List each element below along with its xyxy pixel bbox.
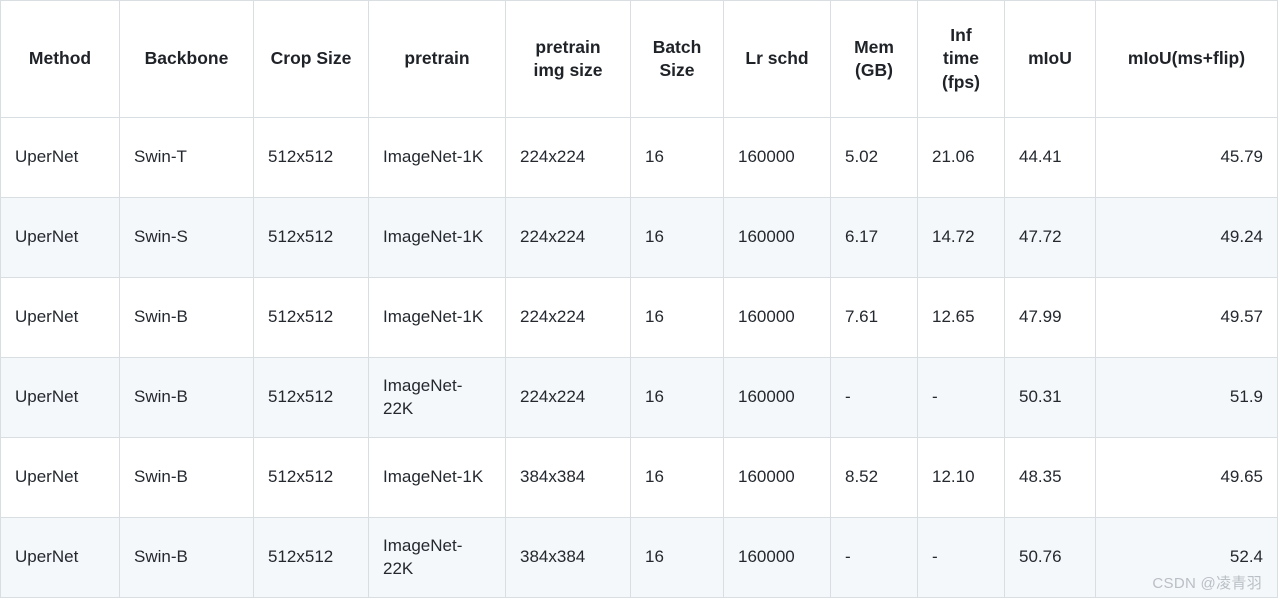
cell-lr_schd: 160000 — [723, 197, 831, 278]
cell-crop_size: 512x512 — [253, 517, 369, 598]
cell-crop_size: 512x512 — [253, 197, 369, 278]
cell-backbone: Swin-S — [119, 197, 254, 278]
cell-pretrain: ImageNet-1K — [368, 197, 506, 278]
cell-batch_size: 16 — [630, 117, 724, 198]
cell-backbone: Swin-B — [119, 357, 254, 438]
column-header-batch-size: Batch Size — [630, 0, 724, 118]
cell-miou: 47.99 — [1004, 277, 1096, 358]
cell-mem_gb: 8.52 — [830, 437, 918, 518]
cell-pretrain: ImageNet-1K — [368, 277, 506, 358]
column-header-crop-size: Crop Size — [253, 0, 369, 118]
cell-method: UperNet — [0, 277, 120, 358]
cell-backbone: Swin-B — [119, 277, 254, 358]
cell-inf_time_fps: 12.10 — [917, 437, 1005, 518]
cell-mem_gb: 6.17 — [830, 197, 918, 278]
table-row: UperNet Swin-B 512x512 ImageNet-22K 384x384 1… — [0, 517, 1278, 598]
cell-miou_ms_flip: 49.65 — [1095, 437, 1278, 518]
cell-pretrain: ImageNet-22K — [368, 357, 506, 438]
cell-crop_size: 512x512 — [253, 357, 369, 438]
cell-inf_time_fps: - — [917, 357, 1005, 438]
cell-mem_gb: - — [830, 357, 918, 438]
cell-backbone: Swin-B — [119, 437, 254, 518]
table-row: UperNet Swin-B 512x512 ImageNet-22K 224x224 1… — [0, 357, 1278, 438]
column-header-miou: mIoU — [1004, 0, 1096, 118]
cell-pretrain_img_size: 224x224 — [505, 357, 631, 438]
cell-miou: 44.41 — [1004, 117, 1096, 198]
column-header-backbone: Backbone — [119, 0, 254, 118]
column-header-method: Method — [0, 0, 120, 118]
cell-crop_size: 512x512 — [253, 437, 369, 518]
results-table: Method Backbone Crop Size pretrain pretr… — [0, 0, 1278, 598]
cell-miou_ms_flip: 49.24 — [1095, 197, 1278, 278]
cell-method: UperNet — [0, 357, 120, 438]
cell-batch_size: 16 — [630, 357, 724, 438]
cell-inf_time_fps: 21.06 — [917, 117, 1005, 198]
cell-pretrain: ImageNet-1K — [368, 437, 506, 518]
cell-mem_gb: 7.61 — [830, 277, 918, 358]
table-row: UperNet Swin-S 512x512 ImageNet-1K 224x224 16… — [0, 197, 1278, 278]
cell-pretrain_img_size: 224x224 — [505, 197, 631, 278]
cell-pretrain: ImageNet-22K — [368, 517, 506, 598]
cell-inf_time_fps: 14.72 — [917, 197, 1005, 278]
cell-batch_size: 16 — [630, 437, 724, 518]
cell-lr_schd: 160000 — [723, 117, 831, 198]
cell-miou_ms_flip: 49.57 — [1095, 277, 1278, 358]
cell-crop_size: 512x512 — [253, 117, 369, 198]
cell-miou: 47.72 — [1004, 197, 1096, 278]
column-header-pretrain-img-size: pretrain img size — [505, 0, 631, 118]
cell-miou: 50.76 — [1004, 517, 1096, 598]
cell-batch_size: 16 — [630, 197, 724, 278]
cell-pretrain_img_size: 384x384 — [505, 517, 631, 598]
cell-method: UperNet — [0, 517, 120, 598]
cell-miou_ms_flip: 52.4 — [1095, 517, 1278, 598]
column-header-mem-gb: Mem (GB) — [830, 0, 918, 118]
cell-lr_schd: 160000 — [723, 277, 831, 358]
column-header-miou-ms-flip: mIoU(ms+flip) — [1095, 0, 1278, 118]
cell-method: UperNet — [0, 437, 120, 518]
cell-miou_ms_flip: 51.9 — [1095, 357, 1278, 438]
column-header-lr-schd: Lr schd — [723, 0, 831, 118]
table-header-row: Method Backbone Crop Size pretrain pretr… — [0, 0, 1278, 118]
column-header-pretrain: pretrain — [368, 0, 506, 118]
table-row: UperNet Swin-B 512x512 ImageNet-1K 224x224 16… — [0, 277, 1278, 358]
table-row: UperNet Swin-B 512x512 ImageNet-1K 384x384 16… — [0, 437, 1278, 518]
cell-lr_schd: 160000 — [723, 357, 831, 438]
cell-pretrain: ImageNet-1K — [368, 117, 506, 198]
cell-method: UperNet — [0, 117, 120, 198]
cell-pretrain_img_size: 224x224 — [505, 117, 631, 198]
cell-batch_size: 16 — [630, 517, 724, 598]
cell-lr_schd: 160000 — [723, 437, 831, 518]
cell-pretrain_img_size: 384x384 — [505, 437, 631, 518]
cell-miou_ms_flip: 45.79 — [1095, 117, 1278, 198]
cell-pretrain_img_size: 224x224 — [505, 277, 631, 358]
cell-mem_gb: 5.02 — [830, 117, 918, 198]
cell-mem_gb: - — [830, 517, 918, 598]
cell-backbone: Swin-B — [119, 517, 254, 598]
cell-method: UperNet — [0, 197, 120, 278]
cell-batch_size: 16 — [630, 277, 724, 358]
cell-inf_time_fps: 12.65 — [917, 277, 1005, 358]
cell-lr_schd: 160000 — [723, 517, 831, 598]
cell-inf_time_fps: - — [917, 517, 1005, 598]
cell-miou: 50.31 — [1004, 357, 1096, 438]
table-header: Method Backbone Crop Size pretrain pretr… — [0, 0, 1278, 118]
cell-miou: 48.35 — [1004, 437, 1096, 518]
table-row: UperNet Swin-T 512x512 ImageNet-1K 224x224 16… — [0, 117, 1278, 198]
table-body: UperNet Swin-T 512x512 ImageNet-1K 224x224 16… — [0, 117, 1278, 598]
cell-backbone: Swin-T — [119, 117, 254, 198]
column-header-inf-time-fps: Inf time (fps) — [917, 0, 1005, 118]
cell-crop_size: 512x512 — [253, 277, 369, 358]
